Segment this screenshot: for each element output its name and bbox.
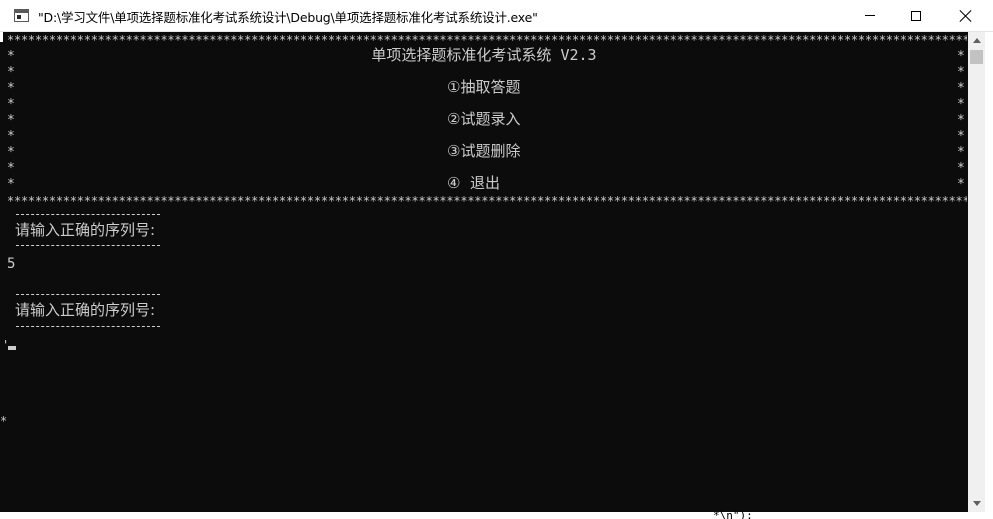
border-edge-left: * <box>7 97 15 112</box>
selection-caret <box>0 32 3 42</box>
border-edge-right: * <box>957 129 965 144</box>
console-output[interactable]: ****************************************… <box>0 32 968 512</box>
border-edge-left: * <box>7 65 15 80</box>
menu-item-delete-questions: ③试题删除 <box>447 142 521 160</box>
serial-prompt: 请输入正确的序列号: <box>15 221 156 239</box>
text-cursor <box>8 346 16 350</box>
arrow-down-icon <box>972 501 981 506</box>
border-edge-right: * <box>957 161 965 176</box>
background-window-text: *\n"); <box>713 509 753 519</box>
border-edge-right: * <box>957 145 965 160</box>
border-edge-right: * <box>957 65 965 80</box>
scroll-down-button[interactable] <box>968 495 985 512</box>
arrow-up-icon <box>972 38 981 43</box>
window-frame-right <box>985 32 993 519</box>
title-bar[interactable]: "D:\学习文件\单项选择题标准化考试系统设计\Debug\单项选择题标准化考试… <box>0 0 993 32</box>
close-icon <box>960 10 972 22</box>
border-edge-right: * <box>957 177 965 192</box>
scroll-up-button[interactable] <box>968 32 985 49</box>
serial-prompt: 请输入正确的序列号: <box>15 301 156 319</box>
border-edge-left: * <box>7 81 15 96</box>
border-edge-left: * <box>7 161 15 176</box>
stray-asterisk-char: * <box>0 414 8 428</box>
menu-item-enter-questions: ②试题录入 <box>447 110 521 128</box>
maximize-icon <box>911 10 921 21</box>
minimize-button[interactable] <box>847 0 893 31</box>
border-edge-left: * <box>7 145 15 160</box>
border-edge-right: * <box>957 97 965 112</box>
scroll-thumb[interactable] <box>970 50 983 64</box>
menu-item-exit: ④ 退出 <box>447 174 500 192</box>
border-edge-left: * <box>7 129 15 144</box>
user-input-echo: 5 <box>7 256 16 272</box>
dashed-separator <box>16 326 160 327</box>
minimize-icon <box>865 15 875 16</box>
dashed-separator <box>16 294 160 295</box>
border-edge-left: * <box>7 113 15 128</box>
star-border-bottom: ****************************************… <box>7 194 967 208</box>
close-button[interactable] <box>939 0 993 31</box>
maximize-button[interactable] <box>893 0 939 31</box>
dashed-separator <box>16 214 160 215</box>
system-title: 单项选择题标准化考试系统 V2.3 <box>371 46 597 64</box>
dashed-separator <box>16 245 160 246</box>
window-title: "D:\学习文件\单项选择题标准化考试系统设计\Debug\单项选择题标准化考试… <box>38 10 538 25</box>
vertical-scrollbar[interactable] <box>968 32 985 512</box>
console-app-icon[interactable] <box>14 9 29 22</box>
window-frame-bottom <box>0 512 993 519</box>
menu-item-draw-questions: ①抽取答题 <box>447 78 521 96</box>
border-edge-left: * <box>7 177 15 192</box>
border-edge-right: * <box>957 113 965 128</box>
border-edge-right: * <box>957 81 965 96</box>
